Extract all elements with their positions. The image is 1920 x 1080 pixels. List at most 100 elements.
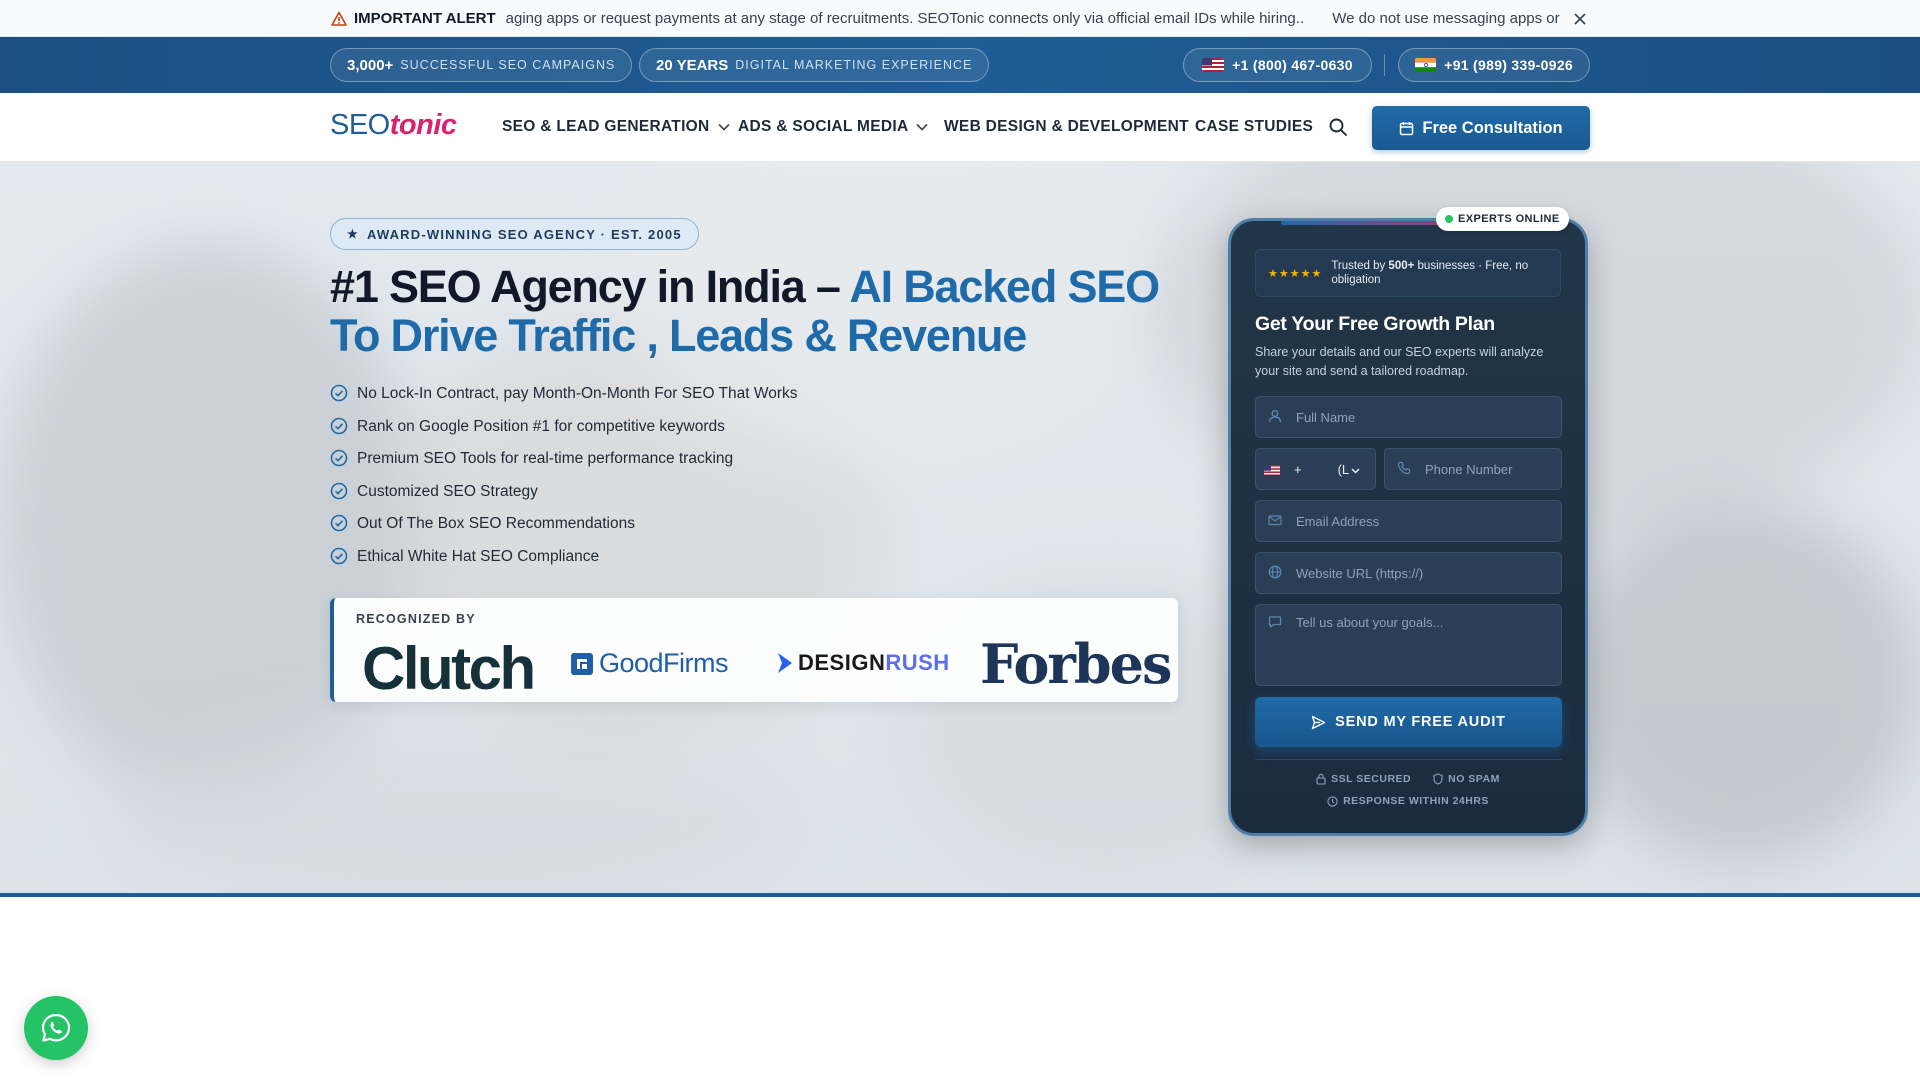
- email-field[interactable]: Email Address: [1255, 500, 1562, 542]
- send-audit-button[interactable]: SEND MY FREE AUDIT: [1255, 697, 1562, 747]
- full-name-field[interactable]: Full Name: [1255, 396, 1562, 438]
- stat-campaigns-label: SUCCESSFUL SEO CAMPAIGNS: [400, 58, 616, 72]
- nav-seo-lead-generation[interactable]: SEO & LEAD GENERATION: [502, 118, 730, 136]
- hero-title: #1 SEO Agency in India – AI Backed SEO T…: [330, 262, 1190, 360]
- nav-label: ADS & SOCIAL MEDIA: [738, 118, 909, 135]
- chevron-down-icon: [1351, 462, 1360, 477]
- response-text: RESPONSE WITHIN 24HRS: [1343, 795, 1489, 807]
- whatsapp-button[interactable]: [24, 996, 88, 1060]
- lock-icon: [1316, 773, 1326, 785]
- country-code-plus: +: [1294, 461, 1302, 477]
- check-circle-icon: [330, 449, 350, 469]
- check-circle-icon: [330, 547, 350, 567]
- free-consultation-button[interactable]: Free Consultation: [1372, 106, 1590, 150]
- goals-placeholder: Tell us about your goals...: [1296, 615, 1444, 630]
- list-item: Rank on Google Position #1 for competiti…: [330, 411, 797, 444]
- clutch-logo: Clutch: [362, 634, 536, 703]
- experts-online-badge: EXPERTS ONLINE: [1436, 207, 1569, 231]
- ssl-text: SSL SECURED: [1331, 773, 1412, 785]
- alert-title: IMPORTANT ALERT: [354, 10, 496, 27]
- check-circle-icon: [330, 514, 350, 534]
- nav-label: CASE STUDIES: [1195, 118, 1314, 135]
- nav-case-studies[interactable]: CASE STUDIES: [1195, 118, 1313, 136]
- close-icon[interactable]: [1570, 9, 1590, 29]
- goodfirms-mark-icon: [571, 652, 593, 675]
- forbes-logo: Forbes: [980, 632, 1172, 696]
- form-subtitle: Share your details and our SEO experts w…: [1255, 345, 1544, 378]
- stat-campaigns: 3,000+ SUCCESSFUL SEO CAMPAIGNS: [330, 48, 633, 82]
- phone-in-link[interactable]: +91 (989) 339-0926: [1398, 48, 1590, 82]
- check-circle-icon: [330, 384, 350, 404]
- phone-us-link[interactable]: +1 (800) 467-0630: [1183, 48, 1372, 82]
- designrush-mark-icon: [778, 653, 792, 673]
- response-row: RESPONSE WITHIN 24HRS: [1231, 795, 1585, 807]
- benefit-text: Out Of The Box SEO Recommendations: [357, 515, 635, 533]
- clutch-logo-text: Clutch: [362, 635, 536, 702]
- designrush-logo-text-b: RUSH: [885, 650, 950, 675]
- benefit-text: Ethical White Hat SEO Compliance: [357, 547, 600, 565]
- rating-stars-icon: ★★★★★: [1268, 267, 1323, 280]
- alert-inner: IMPORTANT ALERT aging apps or request pa…: [330, 0, 1590, 37]
- chevron-down-icon: [717, 123, 730, 131]
- trust-count: 500+: [1388, 260, 1415, 272]
- alert-message: aging apps or request payments at any st…: [505, 10, 1305, 27]
- phone-us: +1 (800) 467-0630: [1232, 57, 1353, 73]
- stat-years-label: DIGITAL MARKETING EXPERIENCE: [735, 58, 973, 72]
- warning-icon: [330, 10, 348, 28]
- phone-in: +91 (989) 339-0926: [1444, 57, 1573, 73]
- ssl-badge: SSL SECURED: [1316, 773, 1411, 785]
- goodfirms-logo: GoodFirms: [570, 648, 729, 679]
- online-status-dot: [1445, 215, 1453, 223]
- india-flag-icon: [1415, 58, 1437, 72]
- trust-text: Trusted by 500+ businesses · Free, no ob…: [1331, 259, 1548, 287]
- forbes-logo-text: Forbes: [980, 632, 1172, 696]
- list-item: Premium SEO Tools for real-time performa…: [330, 443, 797, 476]
- phone-field[interactable]: Phone Number: [1384, 448, 1562, 490]
- goals-textarea[interactable]: Tell us about your goals...: [1255, 604, 1562, 686]
- benefit-text: Rank on Google Position #1 for competiti…: [357, 417, 725, 435]
- stat-years: 20 YEARS DIGITAL MARKETING EXPERIENCE: [639, 48, 990, 82]
- award-badge-text: AWARD-WINNING SEO AGENCY · EST. 2005: [366, 226, 682, 242]
- nav-label: SEO & LEAD GENERATION: [502, 118, 710, 135]
- benefit-text: Customized SEO Strategy: [357, 482, 538, 500]
- benefit-list: No Lock-In Contract, pay Month-On-Month …: [330, 378, 797, 573]
- star-icon: ★: [347, 227, 359, 241]
- website-url-placeholder: Website URL (https://): [1296, 565, 1424, 581]
- mail-icon: [1268, 513, 1284, 529]
- us-flag-icon: [1202, 58, 1225, 72]
- stat-years-number: 20 YEARS: [656, 56, 729, 74]
- alert-bar: IMPORTANT ALERT aging apps or request pa…: [0, 0, 1920, 37]
- designrush-logo-text-a: DESIGN: [798, 650, 886, 675]
- search-icon[interactable]: [1328, 117, 1350, 139]
- form-divider: [1255, 759, 1562, 760]
- award-badge: ★ AWARD-WINNING SEO AGENCY · EST. 2005: [330, 218, 699, 250]
- nav-ads-social-media[interactable]: ADS & SOCIAL MEDIA: [738, 118, 929, 136]
- no-spam-badge: NO SPAM: [1433, 773, 1500, 785]
- designrush-logo: DESIGN RUSH: [776, 650, 950, 676]
- logo[interactable]: SEOtonic: [330, 109, 457, 142]
- no-spam-text: NO SPAM: [1448, 773, 1500, 785]
- list-item: No Lock-In Contract, pay Month-On-Month …: [330, 378, 797, 411]
- chevron-down-icon: [916, 123, 929, 131]
- shield-icon: [1433, 773, 1443, 785]
- nav-web-design[interactable]: WEB DESIGN & DEVELOPMENT: [944, 118, 1189, 136]
- us-flag-icon: [1264, 464, 1280, 475]
- response-badge: RESPONSE WITHIN 24HRS: [1327, 795, 1489, 807]
- alert-message-2: We do not use messaging apps or r: [1332, 10, 1562, 27]
- globe-icon: [1268, 565, 1284, 581]
- experts-online-text: EXPERTS ONLINE: [1458, 213, 1560, 225]
- cta-label: Free Consultation: [1422, 118, 1563, 137]
- check-circle-icon: [330, 417, 350, 437]
- recognized-by-panel: RECOGNIZED BY Clutch GoodFirms DESIGN RUS…: [330, 598, 1178, 702]
- assurance-row: SSL SECURED NO SPAM: [1231, 773, 1585, 785]
- phone-icon: [1397, 461, 1413, 477]
- growth-plan-form: ★★★★★ Trusted by 500+ businesses · Free,…: [1228, 218, 1588, 836]
- stats-divider: [1384, 54, 1385, 76]
- website-url-field[interactable]: Website URL (https://): [1255, 552, 1562, 594]
- calendar-icon: [1399, 121, 1414, 136]
- full-name-placeholder: Full Name: [1296, 409, 1356, 425]
- benefit-text: No Lock-In Contract, pay Month-On-Month …: [357, 385, 798, 403]
- stat-campaigns-number: 3,000+: [347, 56, 394, 74]
- country-code-value: (L: [1337, 461, 1350, 477]
- country-code-select[interactable]: + (L: [1255, 448, 1376, 490]
